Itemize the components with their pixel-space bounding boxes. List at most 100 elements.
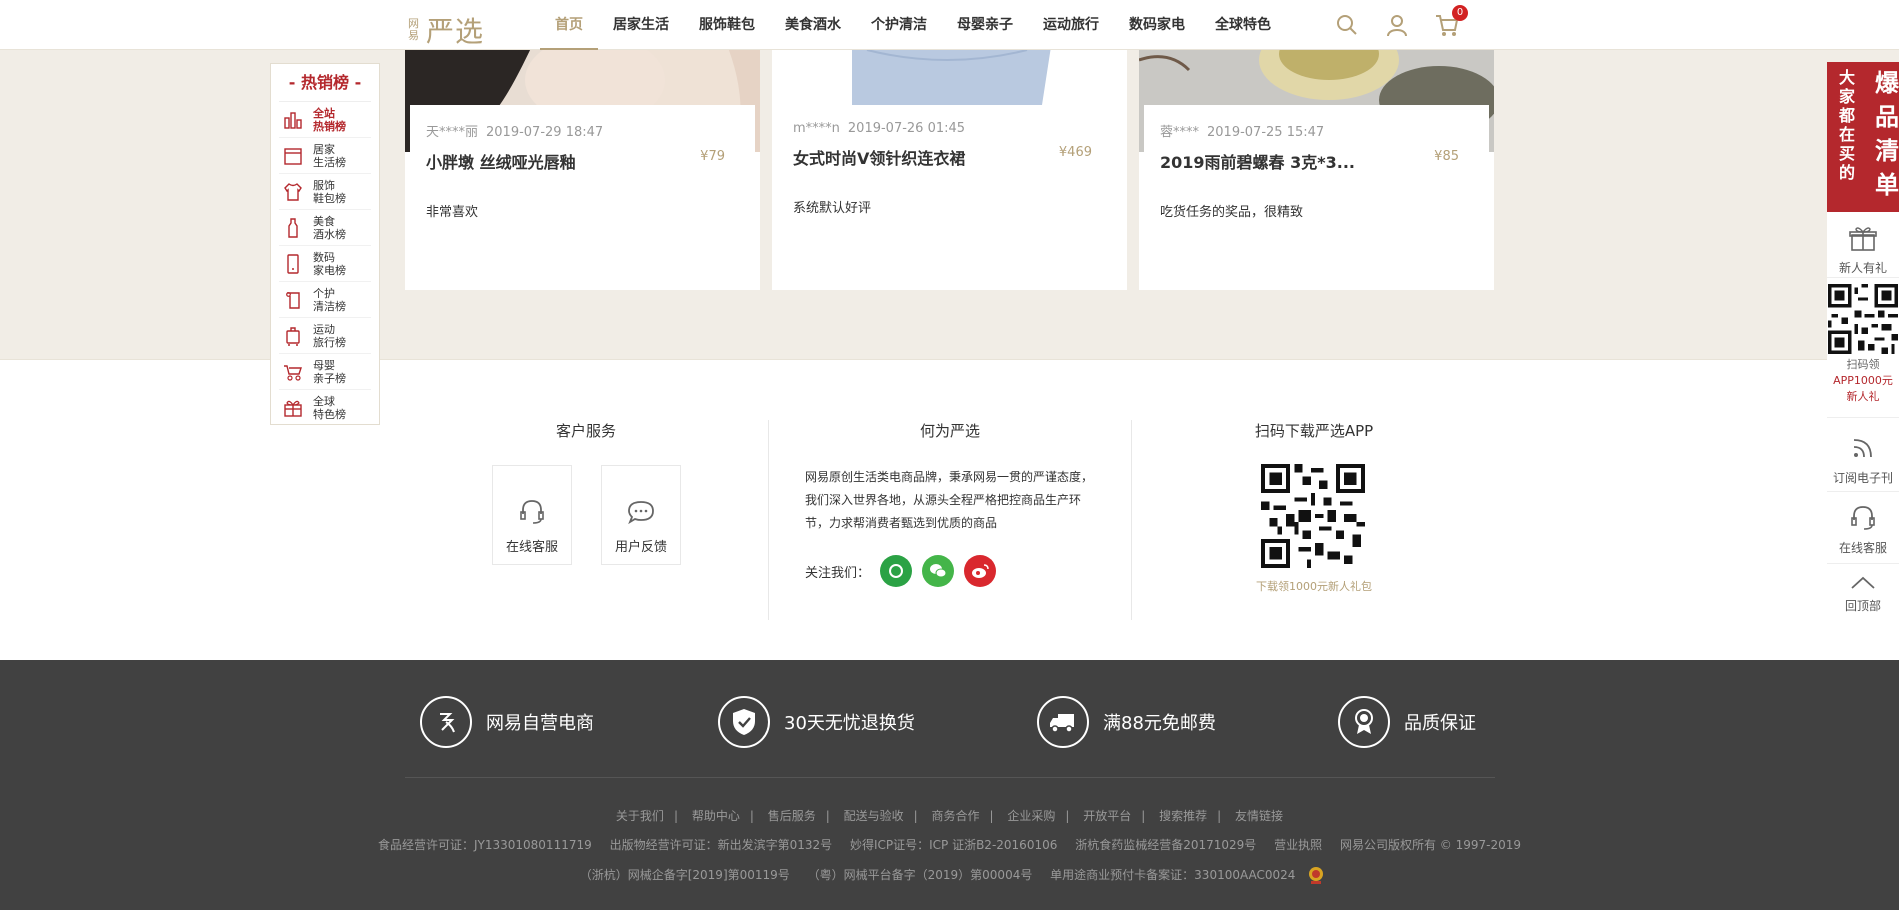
main-nav: 首页 居家生活 服饰鞋包 美食酒水 个护清洁 母婴亲子 运动旅行 数码家电 全球…: [540, 0, 1286, 50]
online-service-button[interactable]: 在线客服: [1827, 492, 1899, 564]
promise-text: 品质保证: [1404, 713, 1476, 734]
hot-list-banner[interactable]: 大家都在买的 爆品清单: [1827, 62, 1899, 212]
footer-link[interactable]: 售后服务: [768, 809, 816, 823]
customer-service-title: 客户服务: [555, 422, 616, 440]
feedback-button[interactable]: 用户反馈: [601, 465, 681, 565]
nav-item-home-living[interactable]: 居家生活: [598, 0, 684, 50]
footer-link[interactable]: 开放平台: [1083, 809, 1131, 823]
rank-label-line1: 居家: [313, 142, 335, 156]
footer-link[interactable]: 关于我们: [616, 809, 664, 823]
weibo-icon[interactable]: [964, 555, 997, 587]
footer-links: 关于我们 | 帮助中心 | 售后服务 | 配送与验收 | 商务合作 | 企业采购 | 开放平…: [615, 809, 1284, 823]
nav-item-home[interactable]: 首页: [540, 0, 598, 50]
subscribe-button[interactable]: 订阅电子刊: [1827, 418, 1899, 492]
online-service-label: 在线客服: [505, 540, 558, 555]
chat-bubble-icon: [628, 501, 654, 525]
review-time: 2019-07-29 18:47: [486, 125, 604, 140]
rank-item[interactable]: 居家 生活榜: [279, 138, 371, 174]
review-text: 吃货任务的奖品，很精致: [1160, 205, 1304, 220]
police-badge-icon[interactable]: [1306, 865, 1326, 885]
subscribe-label: 订阅电子刊: [1832, 471, 1893, 485]
rank-item[interactable]: 全站 热销榜: [279, 102, 371, 138]
wechat-icon[interactable]: [922, 555, 955, 587]
nav-icons: 0: [1334, 5, 1468, 38]
top-nav: 网易 严选 首页 居家生活 服饰鞋包 美食酒水 个护清洁 母婴亲子 运动旅行 数…: [0, 0, 1899, 50]
reviewer-name: 天****丽: [426, 125, 479, 140]
footer-link[interactable]: 帮助中心: [692, 809, 740, 823]
business-license-link[interactable]: 营业执照: [1274, 838, 1322, 852]
stroller-icon: [279, 359, 307, 385]
nav-item-global[interactable]: 全球特色: [1200, 0, 1286, 50]
rank-item[interactable]: 运动 旅行榜: [279, 318, 371, 354]
brand-logo[interactable]: 网易 严选: [408, 10, 484, 50]
towel-icon: [279, 287, 307, 313]
review-info: 天****丽 2019-07-29 18:47 小胖墩 丝绒哑光唇釉 ¥79 非常…: [410, 105, 755, 290]
rank-label-line2: 鞋包榜: [313, 191, 346, 205]
license-text: 出版物经营许可证：新出发滨字第0132号: [609, 838, 833, 852]
product-title[interactable]: 女式时尚V领针织连衣裙: [793, 145, 965, 169]
brand-small: 网易: [408, 17, 419, 42]
app-qr-panel: 扫码领 APP1000元 新人礼: [1827, 278, 1899, 418]
license-text: 食品经营许可证：JY13301080111719: [377, 838, 592, 852]
newcomer-gift-button[interactable]: 新人有礼: [1827, 212, 1899, 278]
rank-item[interactable]: 美食 酒水榜: [279, 210, 371, 246]
rank-label-line1: 个护: [313, 286, 335, 300]
promo-text-small: 大家都在买的: [1839, 68, 1856, 182]
footer-link[interactable]: 友情链接: [1235, 809, 1283, 823]
bottle-icon: [279, 215, 307, 241]
about-text: 网易原创生活类电商品牌，秉承网易一贯的严谨态度，我们深入世界各地，从源头全程严格…: [805, 470, 1094, 530]
license-text: （粤）网械平台备字（2019）第00004号: [807, 867, 1033, 882]
nav-item-apparel[interactable]: 服饰鞋包: [684, 0, 770, 50]
phone-icon: [279, 251, 307, 277]
license-text: 单用途商业预付卡备案证：330100AAC0024: [1050, 867, 1296, 882]
cart-icon[interactable]: 0: [1434, 5, 1468, 38]
product-price: ¥469: [1058, 145, 1092, 160]
rank-label-line1: 全站: [313, 106, 335, 120]
back-to-top-button[interactable]: 回顶部: [1827, 564, 1899, 624]
review-card[interactable]: m****n 2019-07-26 01:45 女式时尚V领针织连衣裙 ¥469 …: [772, 40, 1127, 290]
footer-link[interactable]: 搜索推荐: [1159, 809, 1207, 823]
rank-item[interactable]: 数码 家电榜: [279, 246, 371, 282]
app-download-title: 扫码下载严选APP: [1254, 422, 1374, 440]
back-to-top-label: 回顶部: [1844, 599, 1881, 613]
promise-item: 30天无忧退换货: [718, 696, 915, 748]
divider: [768, 420, 769, 620]
gift-icon: [279, 395, 307, 421]
rank-item[interactable]: 个护 清洁榜: [279, 282, 371, 318]
promise-item: 网易自营电商: [420, 696, 594, 748]
nav-item-baby[interactable]: 母婴亲子: [942, 0, 1028, 50]
hot-rank-sidebar: - 热销榜 - 全站 热销榜 居家 生活榜 服饰 鞋包榜 美食 酒水榜 数码 家电榜 个护…: [270, 63, 380, 425]
search-icon[interactable]: [1334, 12, 1360, 38]
user-icon[interactable]: [1384, 12, 1410, 38]
rank-item[interactable]: 全球 特色榜: [279, 390, 371, 426]
promo-text-large: 爆品清单: [1875, 69, 1899, 199]
nav-item-electronics[interactable]: 数码家电: [1114, 0, 1200, 50]
nav-item-personal-care[interactable]: 个护清洁: [856, 0, 942, 50]
footer-link[interactable]: 商务合作: [931, 809, 979, 823]
footer-link[interactable]: 配送与验收: [844, 809, 904, 823]
home-icon: [279, 143, 307, 169]
rank-item[interactable]: 母婴 亲子榜: [279, 354, 371, 390]
rank-item[interactable]: 服饰 鞋包榜: [279, 174, 371, 210]
rank-label-line1: 数码: [313, 250, 335, 264]
promise-text: 满88元免邮费: [1103, 713, 1216, 734]
product-title[interactable]: 小胖墩 丝绒哑光唇釉: [426, 149, 576, 173]
promise-text: 30天无忧退换货: [784, 713, 915, 734]
rank-label-line2: 旅行榜: [313, 335, 346, 349]
rank-label-line1: 母婴: [313, 358, 335, 372]
rank-label-line1: 美食: [313, 214, 335, 228]
product-price: ¥79: [700, 149, 725, 164]
footer-link[interactable]: 企业采购: [1007, 809, 1055, 823]
nav-item-food[interactable]: 美食酒水: [770, 0, 856, 50]
reviewer-name: 蓉****: [1160, 125, 1200, 140]
product-title[interactable]: 2019雨前碧螺春 3克*3...: [1160, 149, 1355, 173]
review-card[interactable]: 蓉**** 2019-07-25 15:47 2019雨前碧螺春 3克*3... …: [1138, 20, 1499, 290]
luggage-icon: [279, 323, 307, 349]
yixin-icon[interactable]: [880, 555, 913, 587]
online-service-button[interactable]: 在线客服: [492, 465, 572, 565]
copyright-text: 网易公司版权所有 © 1997-2019: [1339, 838, 1521, 852]
license-row-2: （浙杭）网械企备字[2019]第00119号 （粤）网械平台备字（2019）第0…: [0, 865, 1899, 885]
nav-item-sports[interactable]: 运动旅行: [1028, 0, 1114, 50]
follow-us: 关注我们：: [805, 555, 997, 587]
review-card[interactable]: 天****丽 2019-07-29 18:47 小胖墩 丝绒哑光唇釉 ¥79 非常…: [405, 35, 760, 290]
